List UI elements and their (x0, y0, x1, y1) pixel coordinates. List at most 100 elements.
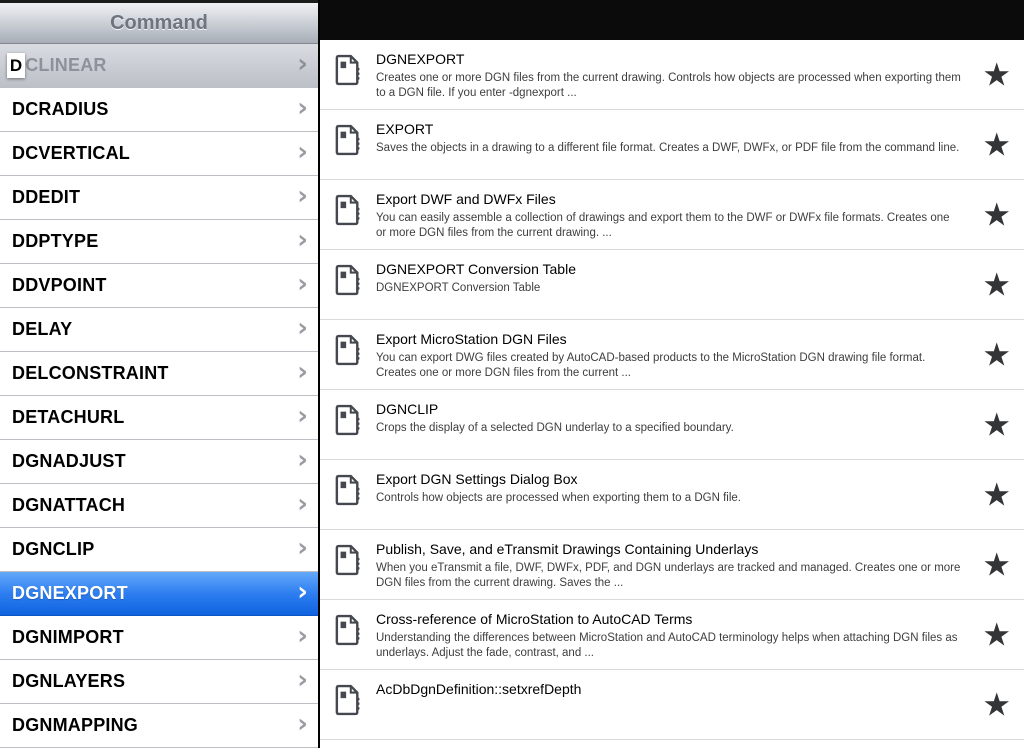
sidebar-item-label: DGNATTACH (12, 495, 126, 515)
favorite-star-icon[interactable]: ★ (982, 198, 1011, 230)
result-description: When you eTransmit a file, DWF, DWFx, PD… (376, 562, 961, 589)
result-row[interactable]: Publish, Save, and eTransmit Drawings Co… (320, 530, 1024, 600)
result-title: Export DWF and DWFx Files (376, 191, 556, 207)
result-row[interactable]: DGNEXPORT Conversion Table DGNEXPORT Con… (320, 250, 1024, 320)
result-description: Controls how objects are processed when … (376, 492, 741, 504)
result-row[interactable]: Cross-reference of MicroStation to AutoC… (320, 600, 1024, 670)
chevron-right-icon: › (297, 664, 308, 695)
command-doc-icon (335, 544, 363, 599)
sidebar-item-label: DCRADIUS (12, 99, 109, 119)
result-description: DGNEXPORT Conversion Table (376, 282, 541, 294)
result-title: AcDbDgnDefinition::setxrefDepth (376, 681, 582, 697)
result-description: Understanding the differences between Mi… (376, 632, 958, 659)
favorite-star-icon[interactable]: ★ (982, 478, 1011, 510)
sidebar-header: Command (0, 0, 318, 44)
sidebar-item-dcvertical[interactable]: DCVERTICAL › (0, 132, 318, 176)
chevron-right-icon: › (297, 224, 308, 255)
chevron-right-icon: › (297, 136, 308, 167)
favorite-star-icon[interactable]: ★ (982, 338, 1011, 370)
sidebar-item-dgnadjust[interactable]: DGNADJUST › (0, 440, 318, 484)
result-description: Saves the objects in a drawing to a diff… (376, 142, 960, 154)
sidebar-item-label: DDEDIT (12, 187, 81, 207)
favorite-star-icon[interactable]: ★ (982, 548, 1011, 580)
sidebar-title: Command (110, 11, 208, 34)
result-row[interactable]: AcDbDgnDefinition::setxrefDepth ★ (320, 670, 1024, 740)
result-title: DGNEXPORT (376, 51, 465, 67)
favorite-star-icon[interactable]: ★ (982, 408, 1011, 440)
result-title: DGNCLIP (376, 401, 439, 417)
results-topbar (320, 0, 1024, 40)
favorite-star-icon[interactable]: ★ (982, 268, 1011, 300)
sidebar-item-label: DCLINEAR (12, 55, 107, 75)
chevron-right-icon: › (297, 400, 308, 431)
sidebar-item-label: DDVPOINT (12, 275, 107, 295)
command-doc-icon (335, 404, 363, 459)
command-doc-icon (335, 614, 363, 669)
sidebar-item-delconstraint[interactable]: DELCONSTRAINT › (0, 352, 318, 396)
sidebar-item-dgnattach[interactable]: DGNATTACH › (0, 484, 318, 528)
chevron-right-icon: › (297, 356, 308, 387)
sidebar-item-label: DGNADJUST (12, 451, 126, 471)
favorite-star-icon[interactable]: ★ (982, 58, 1011, 90)
sidebar-item-label: DETACHURL (12, 407, 125, 427)
sidebar-item-detachurl[interactable]: DETACHURL › (0, 396, 318, 440)
result-row[interactable]: DGNCLIP Crops the display of a selected … (320, 390, 1024, 460)
chevron-right-icon: › (297, 92, 308, 123)
command-doc-icon (335, 264, 363, 319)
result-row[interactable]: DGNEXPORT Creates one or more DGN files … (320, 40, 1024, 110)
chevron-right-icon: › (297, 620, 308, 651)
result-title: Publish, Save, and eTransmit Drawings Co… (376, 541, 759, 557)
chevron-right-icon: › (297, 488, 308, 519)
command-list: D DCLINEAR › DCRADIUS › DCVERTICAL › DDE… (0, 44, 318, 748)
chevron-right-icon: › (297, 444, 308, 475)
sidebar-item-label: DCVERTICAL (12, 143, 130, 163)
sidebar-item-dcradius[interactable]: DCRADIUS › (0, 88, 318, 132)
favorite-star-icon[interactable]: ★ (982, 128, 1011, 160)
sidebar-item-label: DDPTYPE (12, 231, 99, 251)
chevron-right-icon: › (297, 312, 308, 343)
command-doc-icon (335, 54, 363, 109)
app: Command D DCLINEAR › DCRADIUS › DCVERTIC… (0, 0, 1024, 748)
result-description: Creates one or more DGN files from the c… (376, 72, 961, 99)
sidebar-item-ddvpoint[interactable]: DDVPOINT › (0, 264, 318, 308)
command-doc-icon (335, 474, 363, 529)
sidebar-item-label: DELAY (12, 319, 73, 339)
result-title: Cross-reference of MicroStation to AutoC… (376, 611, 693, 627)
sidebar-item-ddptype[interactable]: DDPTYPE › (0, 220, 318, 264)
sidebar-item-dgnimport[interactable]: DGNIMPORT › (0, 616, 318, 660)
favorite-star-icon[interactable]: ★ (982, 618, 1011, 650)
result-row[interactable]: Export MicroStation DGN Files You can ex… (320, 320, 1024, 390)
result-title: DGNEXPORT Conversion Table (376, 261, 576, 277)
sidebar-item-dgnlayers[interactable]: DGNLAYERS › (0, 660, 318, 704)
result-title: Export MicroStation DGN Files (376, 331, 567, 347)
command-doc-icon (335, 684, 363, 739)
chevron-right-icon: › (297, 576, 308, 607)
result-title: Export DGN Settings Dialog Box (376, 471, 578, 487)
result-title: EXPORT (376, 121, 434, 137)
results-panel: DGNEXPORT Creates one or more DGN files … (320, 0, 1024, 748)
chevron-right-icon: › (297, 180, 308, 211)
result-row[interactable]: Export DGN Settings Dialog Box Controls … (320, 460, 1024, 530)
result-description: You can easily assemble a collection of … (376, 212, 950, 239)
command-doc-icon (335, 124, 363, 179)
sidebar-item-label: DELCONSTRAINT (12, 363, 169, 383)
sidebar-item-delay[interactable]: DELAY › (0, 308, 318, 352)
result-row[interactable]: Export DWF and DWFx Files You can easily… (320, 180, 1024, 250)
sidebar-item-ddedit[interactable]: DDEDIT › (0, 176, 318, 220)
sidebar-item-label: DGNCLIP (12, 539, 95, 559)
command-doc-icon (335, 334, 363, 389)
sidebar-item-dgnmapping[interactable]: DGNMAPPING › (0, 704, 318, 748)
sidebar-item-dgnexport[interactable]: DGNEXPORT › (0, 572, 318, 616)
command-doc-icon (335, 194, 363, 249)
chevron-right-icon: › (297, 708, 308, 739)
index-letter-box: D (7, 53, 25, 78)
chevron-right-icon: › (297, 268, 308, 299)
sidebar-item-dgnclip[interactable]: DGNCLIP › (0, 528, 318, 572)
sidebar: Command D DCLINEAR › DCRADIUS › DCVERTIC… (0, 0, 320, 748)
result-row[interactable]: EXPORT Saves the objects in a drawing to… (320, 110, 1024, 180)
result-description: You can export DWG files created by Auto… (376, 352, 926, 379)
favorite-star-icon[interactable]: ★ (982, 688, 1011, 720)
sidebar-item-label: DGNMAPPING (12, 715, 139, 735)
sidebar-item-dclinear[interactable]: D DCLINEAR › (0, 44, 318, 88)
chevron-right-icon: › (297, 48, 308, 79)
